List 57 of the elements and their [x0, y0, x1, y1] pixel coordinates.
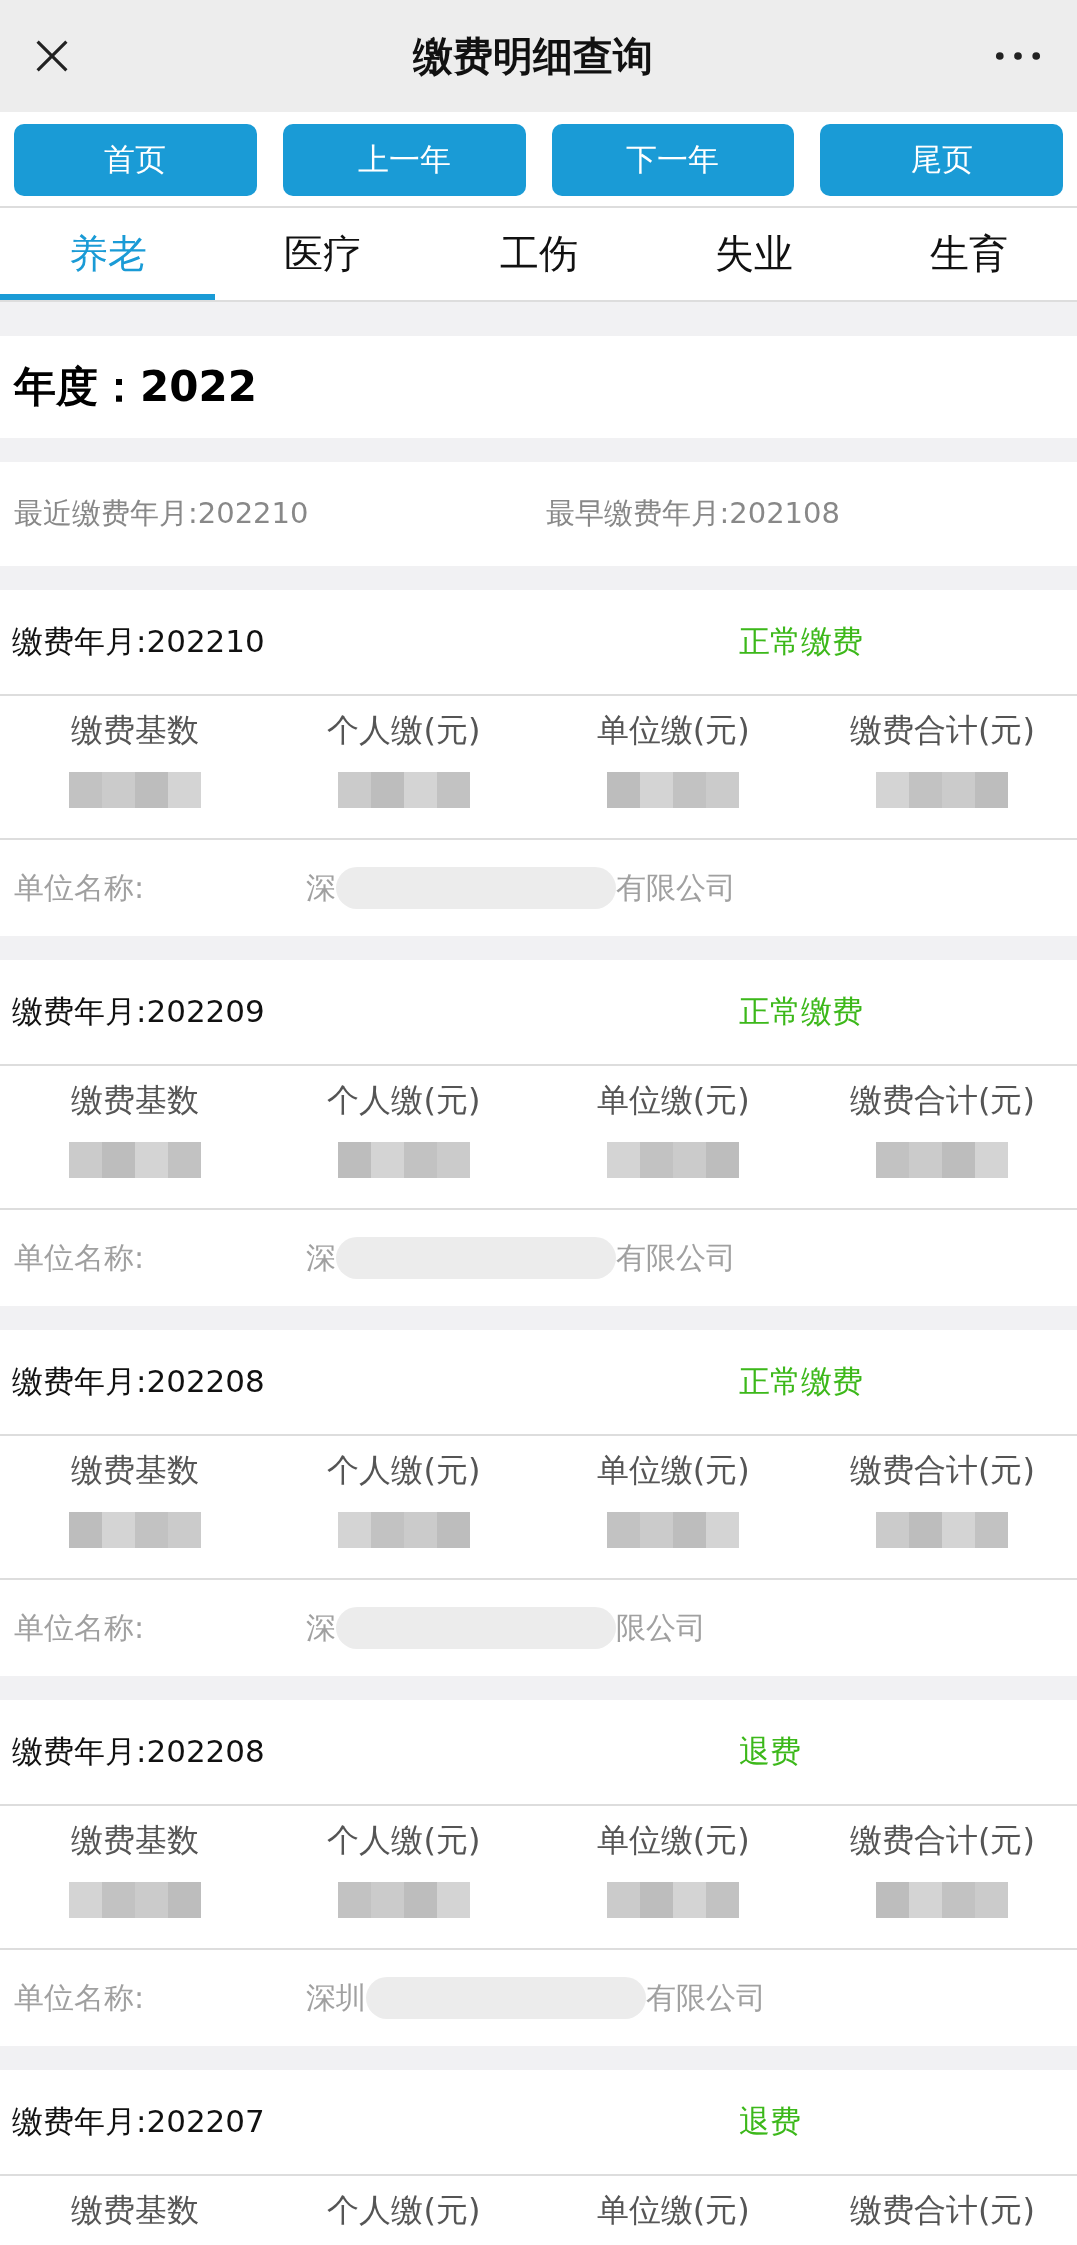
nav-button[interactable]: 下一年 — [551, 124, 795, 196]
column-header: 缴费基数 — [69, 2190, 200, 2231]
column-header: 缴费合计(元) — [848, 2190, 1036, 2231]
column-header: 单位缴(元) — [595, 1820, 751, 1861]
payment-status: 退费 — [739, 1732, 801, 1771]
column-header: 单位缴(元) — [595, 1080, 751, 1121]
payment-status: 正常缴费 — [739, 622, 863, 661]
column-header: 个人缴(元) — [326, 710, 482, 751]
company-label: 单位名称: — [14, 1978, 146, 2017]
column-header: 个人缴(元) — [326, 2190, 482, 2231]
column-header: 缴费合计(元) — [848, 710, 1036, 751]
tab[interactable]: 失业 — [646, 208, 862, 300]
company-name-start: 深圳 — [306, 1978, 366, 2017]
company-name-end: 有限公司 — [646, 1978, 766, 2017]
payment-month: 缴费年月:202209 — [12, 992, 266, 1031]
tab[interactable]: 养老 — [0, 208, 216, 300]
company-name-end: 有限公司 — [616, 868, 736, 907]
company-label: 单位名称: — [14, 1608, 146, 1647]
column-header: 缴费基数 — [69, 1450, 200, 1491]
column-header: 单位缴(元) — [595, 2190, 751, 2231]
page-title: 缴费明细查询 — [412, 31, 653, 81]
column-header: 缴费合计(元) — [848, 1820, 1036, 1861]
tab[interactable]: 生育 — [861, 208, 1077, 300]
company-name-start: 深 — [306, 868, 336, 907]
company-name-start: 深 — [306, 1608, 336, 1647]
payment-month: 缴费年月:202208 — [12, 1732, 266, 1771]
year-label: 年度：2022 — [14, 361, 257, 413]
column-header: 缴费合计(元) — [848, 1450, 1036, 1491]
column-header: 单位缴(元) — [595, 1450, 751, 1491]
company-name-end: 有限公司 — [616, 1238, 736, 1277]
payment-month: 缴费年月:202210 — [12, 622, 266, 661]
company-name-end: 限公司 — [616, 1608, 706, 1647]
nav-button[interactable]: 首页 — [14, 124, 257, 196]
column-header: 个人缴(元) — [326, 1820, 482, 1861]
nav-button[interactable]: 上一年 — [282, 124, 526, 196]
company-name-start: 深 — [306, 1238, 336, 1277]
column-header: 缴费基数 — [69, 1820, 200, 1861]
latest-month: 最近缴费年月:202210 — [14, 495, 310, 532]
column-header: 缴费基数 — [69, 710, 200, 751]
tab[interactable]: 工伤 — [430, 208, 647, 300]
column-header: 个人缴(元) — [326, 1450, 482, 1491]
earliest-month: 最早缴费年月:202108 — [545, 495, 841, 532]
column-header: 缴费合计(元) — [848, 1080, 1036, 1121]
column-header: 单位缴(元) — [595, 710, 751, 751]
tab[interactable]: 医疗 — [215, 208, 431, 300]
nav-button[interactable]: 尾页 — [820, 124, 1063, 196]
more-icon[interactable] — [995, 51, 1041, 61]
column-header: 缴费基数 — [69, 1080, 200, 1121]
payment-status: 退费 — [739, 2102, 801, 2141]
payment-month: 缴费年月:202207 — [12, 2102, 266, 2141]
company-label: 单位名称: — [14, 1238, 146, 1277]
payment-status: 正常缴费 — [739, 992, 863, 1031]
payment-month: 缴费年月:202208 — [12, 1362, 266, 1401]
close-icon[interactable] — [34, 38, 70, 74]
column-header: 个人缴(元) — [326, 1080, 482, 1121]
company-label: 单位名称: — [14, 868, 146, 907]
payment-status: 正常缴费 — [739, 1362, 863, 1401]
